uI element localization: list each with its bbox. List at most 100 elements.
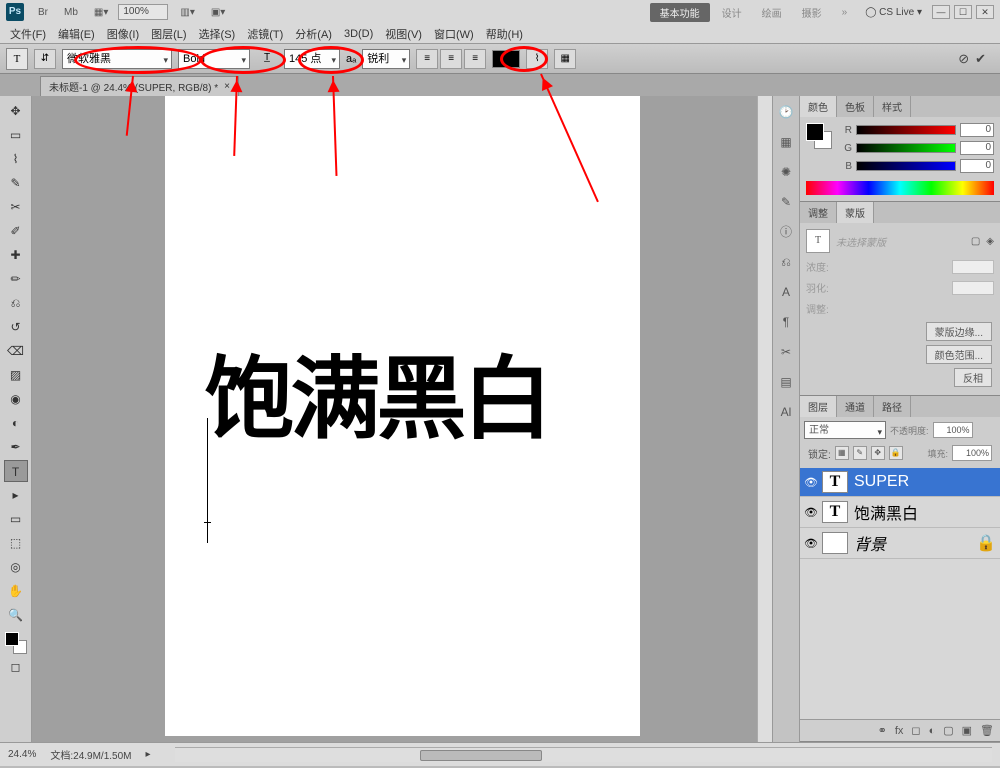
tab-color[interactable]: 颜色 [800, 96, 837, 117]
link-layers-icon[interactable]: ⚭ [878, 724, 887, 737]
status-more-icon[interactable]: ▸ [146, 749, 151, 760]
3d-camera-tool[interactable]: ◎ [4, 556, 28, 578]
menu-image[interactable]: 图像(I) [101, 26, 145, 42]
quickmask-toggle[interactable]: ◻ [4, 656, 28, 678]
eyedropper-tool[interactable]: ✐ [4, 220, 28, 242]
tab-layers[interactable]: 图层 [800, 396, 837, 417]
layer-mask-icon[interactable]: ◻ [911, 724, 920, 737]
lock-transparency-icon[interactable]: ▦ [835, 446, 849, 460]
document-tab-close-icon[interactable]: × [224, 81, 230, 92]
font-size-dropdown[interactable]: 145 点 [284, 49, 340, 69]
pixel-mask-icon[interactable]: ▢ [971, 236, 980, 247]
text-color-swatch[interactable] [492, 50, 520, 68]
lasso-tool[interactable]: ⌇ [4, 148, 28, 170]
tab-adjustments[interactable]: 调整 [800, 202, 837, 223]
move-tool[interactable]: ✥ [4, 100, 28, 122]
brush-tool[interactable]: ✏ [4, 268, 28, 290]
blend-mode-dropdown[interactable]: 正常 [804, 421, 886, 439]
workspace-design[interactable]: 设计 [714, 3, 750, 22]
document-canvas[interactable]: 饱满黑白 [165, 96, 640, 736]
menu-window[interactable]: 窗口(W) [428, 26, 480, 42]
foreground-color[interactable] [5, 632, 19, 646]
dock-history-icon[interactable]: 🕑 [776, 102, 796, 122]
menu-help[interactable]: 帮助(H) [480, 26, 529, 42]
panel-fg-swatch[interactable] [806, 123, 824, 141]
adjustment-layer-icon[interactable]: ◐ [929, 725, 936, 737]
menu-layer[interactable]: 图层(L) [145, 26, 192, 42]
dock-brushes-icon[interactable]: ✎ [776, 192, 796, 212]
menu-view[interactable]: 视图(V) [379, 26, 428, 42]
r-slider[interactable] [856, 125, 956, 135]
tab-channels[interactable]: 通道 [837, 396, 874, 417]
menu-edit[interactable]: 编辑(E) [52, 26, 101, 42]
blur-tool[interactable]: ◉ [4, 388, 28, 410]
menu-analysis[interactable]: 分析(A) [289, 26, 338, 42]
tab-paths[interactable]: 路径 [874, 396, 911, 417]
invert-button[interactable]: 反相 [954, 368, 992, 387]
healing-tool[interactable]: ✚ [4, 244, 28, 266]
dock-layercomps-icon[interactable]: ▤ [776, 372, 796, 392]
marquee-tool[interactable]: ▭ [4, 124, 28, 146]
pen-tool[interactable]: ✒ [4, 436, 28, 458]
new-layer-icon[interactable]: ▣ [962, 724, 972, 737]
b-slider[interactable] [856, 161, 956, 171]
align-left-button[interactable]: ≡ [416, 49, 438, 69]
path-select-tool[interactable]: ▸ [4, 484, 28, 506]
cslive-button[interactable]: ◯ CS Live ▾ [859, 5, 928, 20]
lock-all-icon[interactable]: 🔒 [889, 446, 903, 460]
menu-filter[interactable]: 滤镜(T) [241, 26, 289, 42]
zoom-tool[interactable]: 🔍 [4, 604, 28, 626]
status-docinfo[interactable]: 文档:24.9M/1.50M [50, 747, 131, 762]
dock-info-icon[interactable]: ⓘ [776, 222, 796, 242]
shape-tool[interactable]: ▭ [4, 508, 28, 530]
dock-clone-icon[interactable]: ⎌ [776, 252, 796, 272]
visibility-icon[interactable]: 👁 [804, 537, 816, 550]
maximize-button[interactable]: ☐ [954, 5, 972, 19]
quick-select-tool[interactable]: ✎ [4, 172, 28, 194]
warp-text-button[interactable]: ⌇ [526, 49, 548, 69]
dock-swatches-icon[interactable]: ▦ [776, 132, 796, 152]
zoom-level[interactable]: 100% [118, 4, 168, 20]
delete-layer-icon[interactable]: 🗑 [980, 724, 994, 737]
tab-styles[interactable]: 样式 [874, 96, 911, 117]
visibility-icon[interactable]: 👁 [804, 476, 816, 489]
close-button[interactable]: ✕ [976, 5, 994, 19]
history-brush-tool[interactable]: ↺ [4, 316, 28, 338]
dock-character-icon[interactable]: A [776, 282, 796, 302]
bridge-icon[interactable]: Br [32, 5, 54, 20]
scrollbar-thumb[interactable] [420, 750, 543, 761]
text-orientation-toggle[interactable]: ⇵ [34, 49, 56, 69]
hand-tool[interactable]: ✋ [4, 580, 28, 602]
character-panel-button[interactable]: ▦ [554, 49, 576, 69]
screenmode-icon[interactable]: ▣▾ [205, 5, 231, 20]
tab-swatches[interactable]: 色板 [837, 96, 874, 117]
lock-position-icon[interactable]: ✥ [871, 446, 885, 460]
align-right-button[interactable]: ≡ [464, 49, 486, 69]
workspace-more[interactable]: » [834, 5, 856, 20]
type-tool[interactable]: T [4, 460, 28, 482]
layer-row-text[interactable]: 👁 T 饱满黑白 [800, 497, 1000, 528]
minimize-button[interactable]: — [932, 5, 950, 19]
arrange-icon[interactable]: ▥▾ [174, 5, 200, 20]
antialias-dropdown[interactable]: 锐利 [362, 49, 410, 69]
scrollbar-horizontal[interactable] [175, 749, 992, 762]
minibridge-icon[interactable]: Mb [58, 5, 84, 20]
r-value[interactable]: 0 [960, 123, 994, 137]
dodge-tool[interactable]: ◐ [4, 412, 28, 434]
dock-paragraph-icon[interactable]: ¶ [776, 312, 796, 332]
layer-row-super[interactable]: 👁 T SUPER [800, 468, 1000, 497]
color-range-button[interactable]: 颜色范围... [926, 345, 992, 364]
font-family-dropdown[interactable]: 微软雅黑 [62, 49, 172, 69]
eraser-tool[interactable]: ⌫ [4, 340, 28, 362]
fill-value[interactable]: 100% [952, 445, 992, 461]
mask-edge-button[interactable]: 蒙版边缘... [926, 322, 992, 341]
hue-strip[interactable] [806, 181, 994, 195]
workspace-paint[interactable]: 绘画 [754, 3, 790, 22]
crop-tool[interactable]: ✂ [4, 196, 28, 218]
lock-image-icon[interactable]: ✎ [853, 446, 867, 460]
scrollbar-vertical[interactable] [757, 96, 772, 742]
stamp-tool[interactable]: ⎌ [4, 292, 28, 314]
g-slider[interactable] [856, 143, 956, 153]
tool-indicator[interactable]: T [6, 48, 28, 70]
document-tab[interactable]: 未标题-1 @ 24.4% (SUPER, RGB/8) * × [40, 76, 239, 96]
